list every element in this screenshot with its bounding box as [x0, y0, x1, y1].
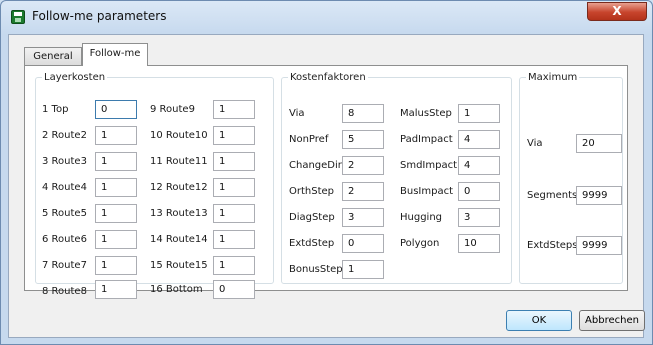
layer-input[interactable] — [95, 126, 137, 145]
cost-factor-input[interactable] — [458, 234, 500, 253]
window-title: Follow-me parameters — [32, 9, 167, 23]
cost-factor-input[interactable] — [458, 156, 500, 175]
cost-factor-input[interactable] — [342, 104, 384, 123]
layer-label: 11 Route11 — [150, 156, 208, 167]
layer-input[interactable] — [95, 178, 137, 197]
cost-factor-label: ChangeDir — [289, 160, 342, 171]
cost-factor-input[interactable] — [458, 208, 500, 227]
cost-factor-label: SmdImpact — [400, 160, 458, 171]
cost-factor-input[interactable] — [458, 182, 500, 201]
layer-label: 13 Route13 — [150, 208, 208, 219]
cost-factor-input[interactable] — [342, 130, 384, 149]
tab-general[interactable]: General — [24, 47, 82, 65]
kostenfaktoren-group: Kostenfaktoren Via NonPref ChangeDir Ort… — [281, 72, 512, 284]
layer-label: 6 Route6 — [42, 234, 87, 245]
layer-label: 14 Route14 — [150, 234, 208, 245]
cost-factor-label: NonPref — [289, 134, 329, 145]
maximum-input[interactable] — [576, 186, 622, 205]
layer-input[interactable] — [213, 100, 255, 119]
layer-input[interactable] — [95, 152, 137, 171]
layer-input[interactable] — [95, 100, 137, 119]
layer-label: 5 Route5 — [42, 208, 87, 219]
layer-input[interactable] — [95, 230, 137, 249]
layer-input[interactable] — [95, 256, 137, 275]
layer-input[interactable] — [213, 256, 255, 275]
tab-follow-me[interactable]: Follow-me — [82, 43, 148, 66]
dialog-window: Follow-me parameters X General Follow-me… — [0, 0, 653, 345]
title-bar[interactable]: Follow-me parameters X — [1, 1, 652, 33]
cost-factor-label: Polygon — [400, 238, 440, 249]
layer-input[interactable] — [213, 230, 255, 249]
cost-factor-label: ExtdStep — [289, 238, 335, 249]
layerkosten-group: Layerkosten 1 Top 2 Route2 3 Route3 4 Ro… — [35, 72, 274, 299]
layer-label: 8 Route8 — [42, 286, 87, 297]
maximum-label: ExtdSteps — [527, 240, 578, 251]
cost-factor-input[interactable] — [342, 234, 384, 253]
cost-factor-input[interactable] — [342, 156, 384, 175]
maximum-group: Maximum Via Segments ExtdSteps — [519, 72, 623, 284]
cost-factor-label: OrthStep — [289, 186, 335, 197]
kostenfaktoren-legend: Kostenfaktoren — [290, 72, 366, 83]
layer-label: 9 Route9 — [150, 104, 195, 115]
layer-label: 15 Route15 — [150, 260, 208, 271]
layer-label: 12 Route12 — [150, 182, 208, 193]
layer-label: 3 Route3 — [42, 156, 87, 167]
close-button[interactable]: X — [587, 2, 647, 21]
cost-factor-label: DiagStep — [289, 212, 335, 223]
layer-label: 16 Bottom — [150, 284, 203, 295]
layer-label: 1 Top — [42, 104, 69, 115]
layerkosten-legend: Layerkosten — [44, 72, 106, 83]
cancel-button[interactable]: Abbrechen — [579, 310, 645, 331]
maximum-input[interactable] — [576, 236, 622, 255]
cost-factor-input[interactable] — [458, 130, 500, 149]
cost-factor-input[interactable] — [342, 208, 384, 227]
cost-factor-label: PadImpact — [400, 134, 453, 145]
cost-factor-input[interactable] — [342, 260, 384, 279]
layer-input[interactable] — [213, 178, 255, 197]
cost-factor-input[interactable] — [458, 104, 500, 123]
layer-label: 10 Route10 — [150, 130, 208, 141]
layer-input[interactable] — [213, 280, 255, 299]
layer-input[interactable] — [95, 204, 137, 223]
cost-factor-label: BusImpact — [400, 186, 453, 197]
follow-me-panel: Layerkosten 1 Top 2 Route2 3 Route3 4 Ro… — [24, 65, 628, 299]
layer-input[interactable] — [213, 204, 255, 223]
maximum-label: Via — [527, 138, 543, 149]
layer-label: 4 Route4 — [42, 182, 87, 193]
layer-label: 2 Route2 — [42, 130, 87, 141]
maximum-legend: Maximum — [528, 72, 578, 83]
layer-label: 7 Route7 — [42, 260, 87, 271]
cost-factor-label: MalusStep — [400, 108, 452, 119]
layer-input[interactable] — [95, 280, 137, 299]
cost-factor-label: Via — [289, 108, 305, 119]
maximum-input[interactable] — [576, 134, 622, 153]
dialog-client-area: General Follow-me Layerkosten 1 Top 2 Ro… — [8, 34, 645, 338]
maximum-label: Segments — [527, 190, 578, 201]
ok-button[interactable]: OK — [506, 310, 572, 331]
layer-input[interactable] — [213, 152, 255, 171]
cost-factor-input[interactable] — [342, 182, 384, 201]
save-icon — [11, 10, 25, 24]
cost-factor-label: Hugging — [400, 212, 443, 223]
layer-input[interactable] — [213, 126, 255, 145]
cost-factor-label: BonusStep — [289, 264, 343, 275]
